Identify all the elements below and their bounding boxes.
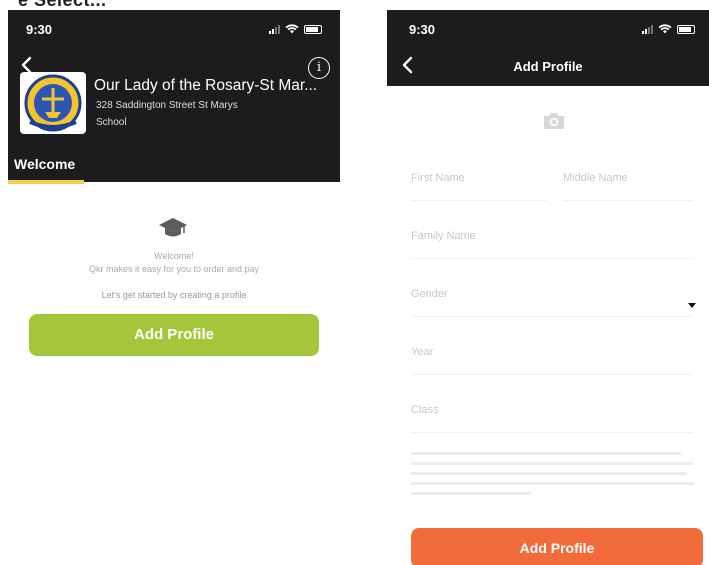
year-underline: [411, 374, 693, 375]
status-time: 9:30: [26, 22, 53, 37]
first-name-field[interactable]: First Name: [411, 172, 465, 184]
graduation-cap-icon: [159, 218, 187, 237]
middle-name-field[interactable]: Middle Name: [563, 172, 628, 184]
class-underline: [411, 432, 693, 433]
welcome-title: Welcome!: [154, 251, 194, 261]
welcome-screen: 9:30 i Our Lady of the Rosary-St Mar... …: [8, 10, 340, 565]
year-field[interactable]: Year: [411, 346, 433, 358]
signal-icon: [642, 24, 653, 34]
family-name-field[interactable]: Family Name: [411, 230, 476, 242]
top-caption: e Select...: [0, 0, 709, 10]
add-profile-screen: 9:30 Add Profile First Name Middle Name …: [387, 10, 709, 565]
gender-select[interactable]: Gender: [411, 288, 448, 300]
wifi-icon: [658, 24, 672, 34]
school-header: 9:30 i Our Lady of the Rosary-St Mar... …: [8, 10, 340, 184]
battery-icon: [677, 24, 695, 34]
get-started-text: Let's get started by creating a profile: [101, 290, 247, 300]
school-name: Our Lady of the Rosary-St Mar...: [94, 77, 318, 94]
info-icon[interactable]: i: [308, 57, 330, 79]
add-profile-button[interactable]: Add Profile: [29, 314, 319, 356]
class-field[interactable]: Class: [411, 404, 439, 416]
dropdown-arrow-icon[interactable]: [688, 303, 696, 308]
status-bar: 9:30: [409, 22, 695, 38]
nav-bar: 9:30 Add Profile: [387, 10, 709, 86]
signal-icon: [269, 24, 280, 34]
status-time: 9:30: [409, 22, 436, 37]
tab-indicator: [8, 180, 84, 184]
add-profile-submit-button[interactable]: Add Profile: [411, 528, 703, 565]
status-bar: 9:30: [26, 22, 322, 38]
top-caption-text: e Select...: [18, 0, 107, 10]
family-name-underline: [411, 258, 693, 259]
battery-icon: [304, 24, 322, 34]
tab-welcome[interactable]: Welcome: [14, 156, 75, 172]
welcome-subtitle: Qkr makes it easy for you to order and p…: [88, 264, 260, 274]
page-title: Add Profile: [513, 59, 583, 74]
wifi-icon: [285, 24, 299, 34]
camera-icon[interactable]: [541, 110, 567, 132]
school-type: School: [96, 117, 127, 128]
school-logo: [20, 72, 86, 134]
disclaimer-text: [411, 450, 701, 505]
school-address: 328 Saddington Street St Marys: [96, 100, 238, 111]
first-name-underline: [411, 200, 547, 201]
middle-name-underline: [563, 200, 693, 201]
gender-underline: [411, 316, 693, 317]
